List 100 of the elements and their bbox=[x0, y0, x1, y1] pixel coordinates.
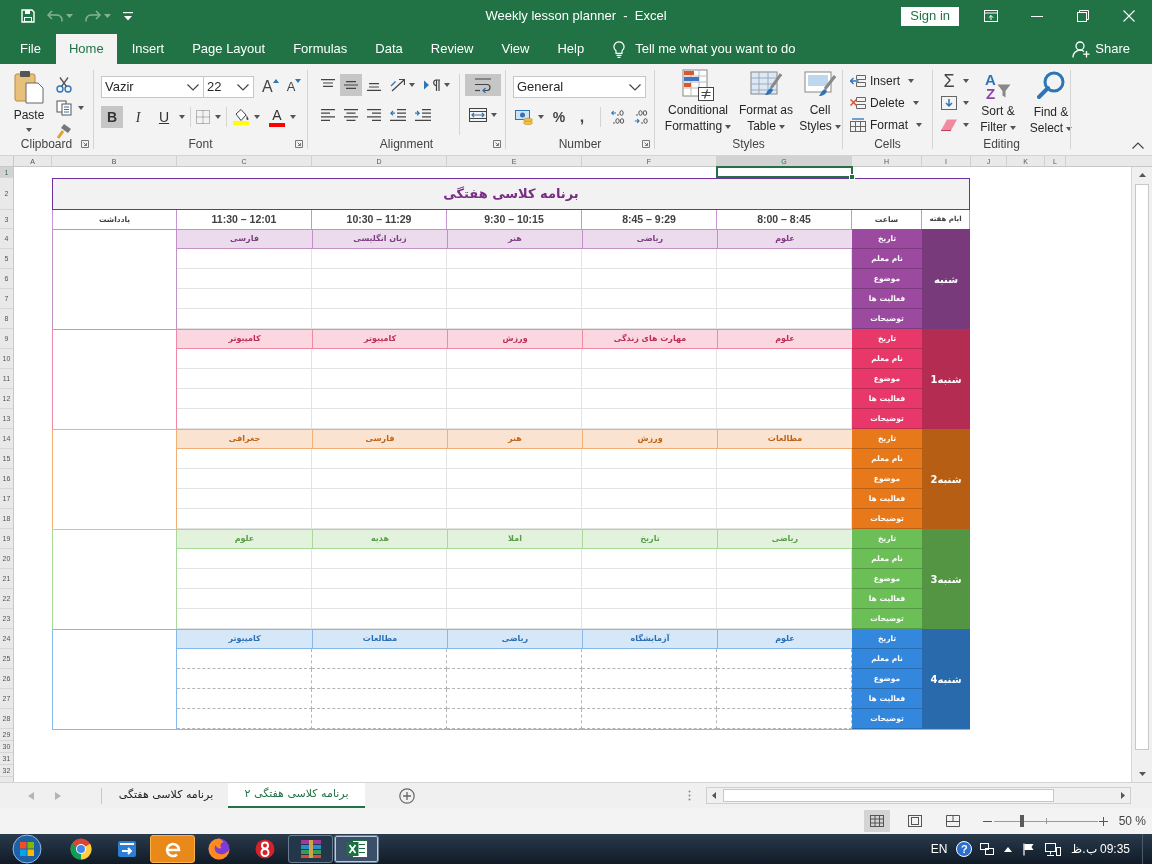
zoom-thumb[interactable] bbox=[1019, 815, 1024, 827]
monitor-icon[interactable] bbox=[1045, 842, 1062, 856]
up-triangle-icon bbox=[1138, 173, 1146, 177]
accounting-format-button[interactable] bbox=[513, 109, 546, 125]
planner-title: برنامه کلاسی هفتگی bbox=[443, 185, 579, 204]
insert-cells-button[interactable]: Insert bbox=[850, 71, 932, 91]
subject-cell: هنر bbox=[447, 230, 582, 248]
horizontal-scrollbar[interactable] bbox=[706, 787, 1131, 804]
collapse-ribbon-icon[interactable] bbox=[1132, 142, 1144, 149]
ring-icon bbox=[69, 838, 92, 860]
zoom-slider[interactable] bbox=[993, 813, 1098, 829]
subject-cell: مطالعات bbox=[312, 630, 447, 648]
start-button[interactable] bbox=[10, 834, 44, 864]
selected-cell[interactable] bbox=[716, 166, 853, 178]
dialog-launcher-icon[interactable] bbox=[642, 140, 650, 148]
font-color-button[interactable]: A bbox=[268, 106, 286, 128]
sheet-tab[interactable]: برنامه کلاسی هفتگی ۲ bbox=[228, 783, 365, 808]
italic-button[interactable]: I bbox=[127, 106, 149, 128]
menu-tab[interactable]: Home bbox=[55, 34, 117, 64]
percent-button[interactable]: % bbox=[549, 106, 569, 128]
group-label: Editing bbox=[983, 137, 1020, 151]
caret-icon bbox=[104, 14, 111, 18]
taskbar-button[interactable] bbox=[334, 835, 379, 863]
subject-cell-text: کامپیوتر bbox=[227, 633, 262, 645]
caret-icon[interactable] bbox=[254, 115, 260, 119]
align-middle-button[interactable] bbox=[340, 74, 362, 96]
dialog-launcher-icon[interactable] bbox=[81, 140, 89, 148]
flag-icon[interactable] bbox=[1023, 842, 1036, 856]
bold-button[interactable]: B bbox=[101, 106, 123, 128]
autosum-button[interactable]: Σ bbox=[941, 71, 969, 91]
normal-view-button[interactable] bbox=[863, 810, 890, 832]
two-windows-icon[interactable] bbox=[980, 843, 995, 855]
dialog-launcher-icon[interactable] bbox=[295, 140, 303, 148]
splitter-dots-icon[interactable] bbox=[688, 790, 691, 801]
day-cell: 3شنبه bbox=[922, 529, 970, 629]
share-button[interactable]: Share bbox=[1072, 34, 1130, 64]
merge-cells-icon bbox=[469, 108, 487, 122]
subject-cell-text: کامپیوتر bbox=[227, 333, 262, 345]
vertical-scrollbar[interactable] bbox=[1131, 167, 1152, 782]
sort-filter-button[interactable]: A Z Sort & Filter bbox=[975, 71, 1021, 135]
cell-styles-button[interactable]: Cell Styles bbox=[798, 69, 842, 135]
underline-button[interactable]: U bbox=[153, 106, 175, 128]
align-center-icon bbox=[344, 109, 358, 121]
down-triangle-icon bbox=[1138, 772, 1146, 776]
menu-tab[interactable]: File bbox=[7, 34, 54, 64]
font-size-dropdown[interactable]: 22 bbox=[204, 76, 254, 98]
delete-cells-button[interactable]: Delete bbox=[850, 93, 932, 113]
number-format-dropdown[interactable]: General bbox=[513, 76, 646, 98]
grow-font-button[interactable]: A bbox=[262, 76, 279, 98]
arrow-window-icon bbox=[116, 840, 137, 858]
tell-me-field[interactable]: Tell me what you want to do bbox=[635, 39, 836, 59]
subject-cell-text: علوم bbox=[233, 533, 256, 545]
menu-tab[interactable]: Help bbox=[544, 34, 598, 64]
up-triangle-icon[interactable] bbox=[1004, 846, 1013, 852]
menu-tab[interactable]: Insert bbox=[118, 34, 178, 64]
clock-time[interactable]: 09:35 ب.ظ bbox=[1071, 840, 1130, 858]
customize-button[interactable] bbox=[123, 11, 133, 21]
day-cell: 2شنبه bbox=[922, 429, 970, 529]
help-button[interactable]: ? bbox=[956, 841, 973, 857]
copy-button[interactable] bbox=[56, 100, 84, 116]
comma-button[interactable]: , bbox=[572, 106, 592, 128]
scrollbar-thumb[interactable] bbox=[1135, 184, 1149, 750]
fill-color-button[interactable] bbox=[232, 106, 250, 128]
find-select-button[interactable]: Find & Select bbox=[1027, 71, 1075, 135]
wrap-text-button[interactable] bbox=[465, 74, 501, 96]
right-triangle-icon bbox=[1121, 792, 1125, 799]
new-sheet-button[interactable] bbox=[399, 787, 415, 804]
clipboard-icon bbox=[14, 70, 44, 104]
conditional-formatting-button[interactable]: Conditional Formatting bbox=[662, 69, 734, 135]
caret-icon bbox=[963, 101, 969, 105]
scrollbar-thumb[interactable] bbox=[723, 789, 1054, 802]
day-cell: 4شنبه bbox=[922, 629, 970, 729]
format-as-table-button[interactable]: Format as Table bbox=[737, 69, 795, 135]
increase-decimal-icon bbox=[611, 110, 627, 124]
language-indicator[interactable]: EN bbox=[930, 840, 948, 858]
caret-icon[interactable] bbox=[179, 115, 185, 119]
format-cells-button[interactable]: Format bbox=[850, 115, 932, 135]
group-label: Font bbox=[188, 137, 213, 151]
menu-tab[interactable]: Formulas bbox=[280, 34, 361, 64]
save-button[interactable] bbox=[21, 9, 35, 23]
caret-icon[interactable] bbox=[290, 115, 296, 119]
ribbon-display-icon bbox=[984, 10, 998, 22]
sheet-tab[interactable]: برنامه کلاسی هفتگی bbox=[104, 783, 228, 808]
menu-tab[interactable]: View bbox=[488, 34, 543, 64]
menu-tab[interactable]: Review bbox=[417, 34, 487, 64]
menu-tab[interactable]: Page Layout bbox=[179, 34, 279, 64]
shrink-font-button[interactable]: A bbox=[286, 76, 302, 98]
left-triangle-icon bbox=[27, 791, 34, 800]
fill-button[interactable] bbox=[941, 93, 969, 113]
dialog-launcher-icon[interactable] bbox=[493, 140, 501, 148]
font-name-dropdown[interactable]: Vazir bbox=[101, 76, 204, 98]
menu-tab[interactable]: Data bbox=[362, 34, 416, 64]
zoom-level: 50 % bbox=[1118, 813, 1146, 830]
borders-button[interactable] bbox=[196, 110, 221, 124]
sign-in-button[interactable]: Sign in bbox=[901, 6, 959, 26]
outdent-icon bbox=[390, 109, 406, 121]
paste-button[interactable]: Paste bbox=[10, 70, 48, 135]
caret-icon bbox=[78, 106, 84, 110]
day-cell: 1شنبه bbox=[922, 329, 970, 429]
fill-handle[interactable] bbox=[849, 174, 855, 180]
